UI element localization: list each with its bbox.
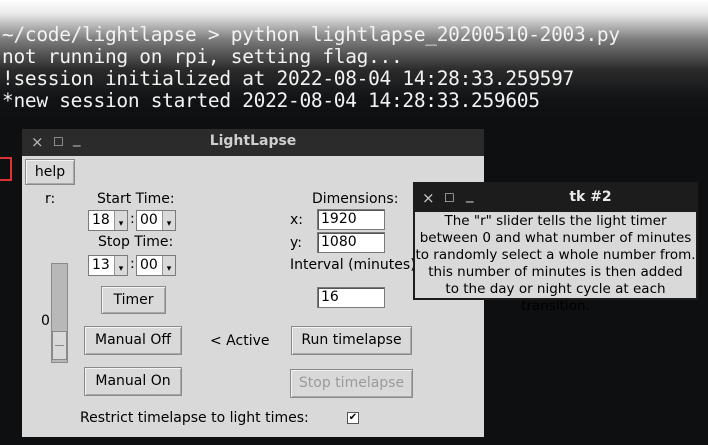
start-minute-spinbox[interactable]: 00 ▾ xyxy=(136,210,176,231)
stop-timelapse-button[interactable]: Stop timelapse xyxy=(290,369,413,398)
run-timelapse-button[interactable]: Run timelapse xyxy=(291,326,412,355)
tk2-titlebar[interactable]: × ☐ _ tk #2 xyxy=(413,182,698,212)
terminal-line-command: ~/code/lightlapse > python lightlapse_20… xyxy=(2,23,620,46)
checkmark-icon: ✔ xyxy=(348,412,358,423)
window-titlebar[interactable]: × ☐ _ LightLapse xyxy=(22,129,484,156)
chevron-down-icon[interactable]: ▾ xyxy=(162,256,175,275)
start-hour-value: 18 xyxy=(92,212,110,228)
width-input[interactable]: 1920 xyxy=(317,209,385,230)
window-title: LightLapse xyxy=(209,133,297,149)
help-line: this number of minutes is then added xyxy=(428,264,683,280)
stop-colon: : xyxy=(130,256,135,272)
tk2-window: × ☐ _ tk #2 The "r" slider tells the lig… xyxy=(413,182,698,314)
tk2-title: tk #2 xyxy=(569,189,612,205)
restrict-checkbox[interactable]: ✔ xyxy=(347,412,359,424)
r-slider-value: 0 xyxy=(41,313,50,329)
r-slider-handle[interactable] xyxy=(52,331,67,360)
restrict-label: Restrict timelapse to light times: xyxy=(80,410,309,426)
dimensions-label: Dimensions: xyxy=(312,191,399,207)
help-line: The "r" slider tells the light timer xyxy=(444,213,667,229)
start-hour-spinbox[interactable]: 18 ▾ xyxy=(88,210,128,231)
terminal-output: ~/code/lightlapse > python lightlapse_20… xyxy=(0,0,708,120)
stop-hour-value: 13 xyxy=(92,257,110,273)
slider-help-text: The "r" slider tells the light timer bet… xyxy=(415,212,696,314)
chevron-down-icon[interactable]: ▾ xyxy=(114,211,127,230)
terminal-line: !session initialized at 2022-08-04 14:28… xyxy=(2,67,575,90)
help-line: to the day or night cycle at each transi… xyxy=(445,281,666,314)
height-input[interactable]: 1080 xyxy=(317,232,385,253)
interval-label: Interval (minutes): xyxy=(290,257,421,273)
interval-input[interactable]: 16 xyxy=(317,287,385,308)
stop-minute-value: 00 xyxy=(140,257,158,273)
chevron-down-icon[interactable]: ▾ xyxy=(114,256,127,275)
terminal-line: not running on rpi, setting flag... xyxy=(2,45,403,68)
help-line: to randomly select a whole number from. xyxy=(415,247,696,263)
y-label: y: xyxy=(290,235,302,251)
chevron-down-icon[interactable]: ▾ xyxy=(162,211,175,230)
start-minute-value: 00 xyxy=(140,212,158,228)
stop-time-label: Stop Time: xyxy=(98,234,174,250)
timer-button[interactable]: Timer xyxy=(101,286,166,314)
stop-minute-spinbox[interactable]: 00 ▾ xyxy=(136,255,176,276)
help-line: between 0 and what number of minutes xyxy=(419,230,692,246)
r-label: r: xyxy=(45,191,56,207)
terminal-line: *new session started 2022-08-04 14:28:33… xyxy=(2,89,540,112)
stop-hour-spinbox[interactable]: 13 ▾ xyxy=(88,255,128,276)
help-button[interactable]: help xyxy=(25,159,75,185)
active-indicator: < Active xyxy=(210,333,270,349)
manual-on-button[interactable]: Manual On xyxy=(84,367,182,396)
manual-off-button[interactable]: Manual Off xyxy=(84,326,182,355)
background-window-edge xyxy=(0,157,12,181)
x-label: x: xyxy=(290,212,304,228)
start-time-label: Start Time: xyxy=(97,191,175,207)
start-colon: : xyxy=(130,211,135,227)
